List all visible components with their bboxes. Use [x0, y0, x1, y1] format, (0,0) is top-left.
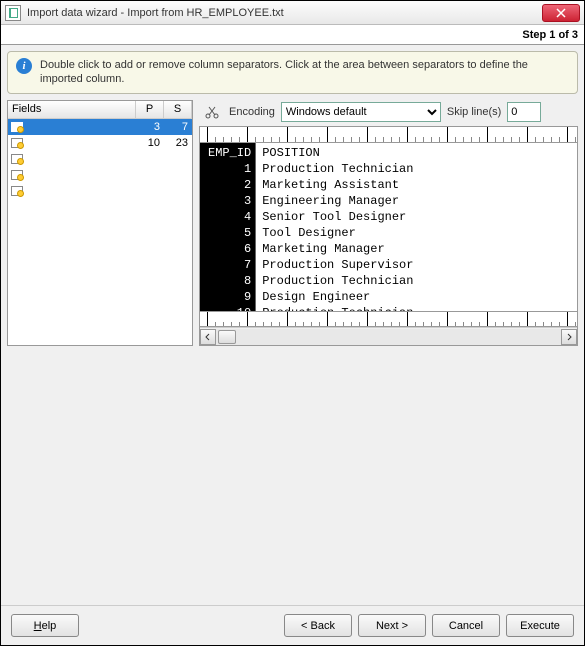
- scroll-right-button[interactable]: [561, 329, 577, 345]
- ruler-top[interactable]: [200, 127, 577, 143]
- chevron-right-icon: [565, 333, 573, 341]
- field-row[interactable]: 37: [8, 119, 192, 135]
- field-s: 7: [164, 121, 192, 133]
- info-text: Double click to add or remove column sep…: [40, 58, 569, 87]
- close-icon: [556, 8, 566, 18]
- info-icon: i: [16, 58, 32, 74]
- preview-panel: Encoding Windows default Skip line(s) EM…: [199, 100, 578, 347]
- content-area: i Double click to add or remove column s…: [1, 45, 584, 605]
- fields-panel: Fields P S 371023: [7, 100, 193, 347]
- preview-toolbar: Encoding Windows default Skip line(s): [199, 100, 578, 124]
- step-text: Step 1 of 3: [522, 29, 578, 41]
- next-button[interactable]: Next >: [358, 614, 426, 637]
- execute-button[interactable]: Execute: [506, 614, 574, 637]
- chevron-left-icon: [204, 333, 212, 341]
- col-header-fields[interactable]: Fields: [8, 101, 136, 118]
- button-bar: Help < Back Next > Cancel Execute: [1, 605, 584, 645]
- skip-lines-input[interactable]: [507, 102, 541, 122]
- preview-column-position: POSITION Production Technician Marketing…: [255, 143, 577, 312]
- app-icon: [5, 5, 21, 21]
- col-header-s[interactable]: S: [164, 101, 192, 118]
- field-row[interactable]: [8, 183, 192, 199]
- preview-column-empid: EMP_ID 1 2 3 4 5 6 7 8 9 10 11 12 13: [200, 143, 255, 312]
- help-button[interactable]: Help: [11, 614, 79, 637]
- field-p: 3: [136, 121, 164, 133]
- field-icon: [8, 122, 26, 132]
- cut-button[interactable]: [201, 101, 223, 123]
- field-row[interactable]: [8, 167, 192, 183]
- skip-lines-label: Skip line(s): [447, 106, 501, 118]
- field-row[interactable]: 1023: [8, 135, 192, 151]
- import-wizard-window: Import data wizard - Import from HR_EMPL…: [0, 0, 585, 646]
- fields-header: Fields P S: [8, 101, 192, 119]
- preview-box: EMP_ID 1 2 3 4 5 6 7 8 9 10 11 12 13 POS…: [199, 126, 578, 347]
- scissors-icon: [205, 105, 219, 119]
- close-button[interactable]: [542, 4, 580, 22]
- info-box: i Double click to add or remove column s…: [7, 51, 578, 94]
- scroll-thumb[interactable]: [218, 330, 236, 344]
- field-s: 23: [164, 137, 192, 149]
- scroll-left-button[interactable]: [200, 329, 216, 345]
- field-icon: [8, 138, 26, 148]
- window-title: Import data wizard - Import from HR_EMPL…: [27, 7, 542, 19]
- ruler-bottom[interactable]: [200, 311, 577, 327]
- field-row[interactable]: [8, 151, 192, 167]
- field-icon: [8, 170, 26, 180]
- encoding-label: Encoding: [229, 106, 275, 118]
- field-p: 10: [136, 137, 164, 149]
- step-indicator: Step 1 of 3: [1, 25, 584, 45]
- fields-body[interactable]: 371023: [8, 119, 192, 346]
- field-icon: [8, 154, 26, 164]
- horizontal-scrollbar[interactable]: [200, 327, 577, 345]
- col-header-p[interactable]: P: [136, 101, 164, 118]
- scroll-track[interactable]: [216, 329, 561, 345]
- main-area: Fields P S 371023 Encoding: [7, 100, 578, 347]
- encoding-select[interactable]: Windows default: [281, 102, 441, 122]
- preview-body[interactable]: EMP_ID 1 2 3 4 5 6 7 8 9 10 11 12 13 POS…: [200, 143, 577, 312]
- field-icon: [8, 186, 26, 196]
- fields-grid[interactable]: Fields P S 371023: [7, 100, 193, 347]
- back-button[interactable]: < Back: [284, 614, 352, 637]
- cancel-button[interactable]: Cancel: [432, 614, 500, 637]
- titlebar[interactable]: Import data wizard - Import from HR_EMPL…: [1, 1, 584, 25]
